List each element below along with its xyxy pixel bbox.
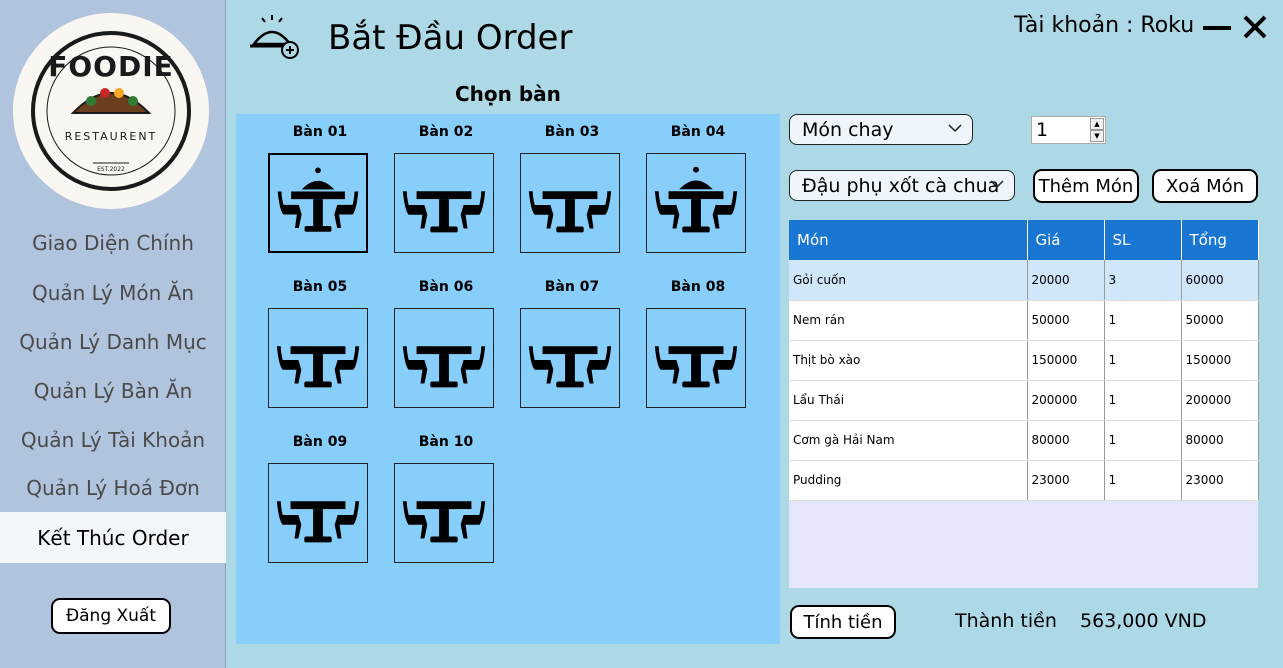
logout-button[interactable]: Đăng Xuất — [51, 598, 171, 634]
remove-dish-button[interactable]: Xoá Món — [1152, 169, 1258, 203]
table-cell: 60000 — [1181, 260, 1259, 301]
minimize-icon[interactable] — [1203, 26, 1231, 30]
total-label: Thành tiền — [955, 610, 1057, 632]
dish-select[interactable]: Đậu phụ xốt cà chua — [789, 170, 1015, 201]
quantity-value: 1 — [1036, 119, 1049, 141]
column-header[interactable]: SL — [1104, 220, 1182, 260]
table-cell: 1 — [1104, 380, 1182, 421]
dining-table-occupied-icon — [277, 167, 359, 232]
table-cell: 1 — [1104, 460, 1182, 501]
foodie-logo — [13, 13, 209, 209]
table-cell: 80000 — [1181, 420, 1259, 461]
total-value: 563,000 VND — [1080, 610, 1207, 632]
column-header[interactable]: Món — [789, 220, 1028, 260]
table-cell: 50000 — [1181, 300, 1259, 341]
nav-quan-ly-tai-khoan[interactable]: Quản Lý Tài Khoản — [0, 415, 226, 465]
dining-table-icon — [276, 346, 360, 388]
dining-table-occupied-icon — [654, 166, 738, 233]
table-cell: Pudding — [789, 460, 1028, 501]
table-button[interactable] — [520, 153, 620, 253]
table-row[interactable]: Nem rán 50000 1 50000 — [789, 300, 1259, 341]
table-cell: 80000 — [1027, 420, 1105, 461]
table-cell: Nem rán — [789, 300, 1028, 341]
quantity-stepper[interactable]: 1 ▲ ▼ — [1031, 116, 1106, 144]
table-cell: 23000 — [1027, 460, 1105, 501]
choose-table-title: Chọn bàn — [455, 82, 561, 106]
table-label: Bàn 07 — [544, 279, 600, 295]
column-header[interactable]: Tổng — [1181, 220, 1259, 260]
table-button[interactable] — [646, 308, 746, 408]
table-button[interactable] — [394, 463, 494, 563]
table-label: Bàn 03 — [544, 124, 600, 140]
table-row[interactable]: Pudding 23000 1 23000 — [789, 460, 1259, 501]
column-header[interactable]: Giá — [1027, 220, 1105, 260]
table-button[interactable] — [394, 153, 494, 253]
logo-subtitle: RESTAURENT — [64, 130, 158, 143]
table-row[interactable]: Lẩu Thái 200000 1 200000 — [789, 380, 1259, 421]
table-row[interactable]: Gỏi cuốn 20000 3 60000 — [789, 260, 1259, 301]
table-label: Bàn 08 — [670, 279, 726, 295]
nav-quan-ly-ban-an[interactable]: Quản Lý Bàn Ăn — [0, 366, 226, 416]
table-cell: 1 — [1104, 300, 1182, 341]
table-cell: 150000 — [1181, 340, 1259, 381]
table-button[interactable] — [268, 153, 368, 253]
order-grid[interactable]: Món Giá SL Tổng Gỏi cuốn 20000 3 60000 Nem rán 5… — [789, 220, 1259, 588]
dining-table-icon — [528, 191, 612, 233]
table-label: Bàn 10 — [418, 434, 474, 450]
table-cell: 1 — [1104, 340, 1182, 381]
table-cell: Lẩu Thái — [789, 380, 1028, 421]
table-cell: 3 — [1104, 260, 1182, 301]
table-cell: Gỏi cuốn — [789, 260, 1028, 301]
checkout-button[interactable]: Tính tiền — [790, 605, 896, 639]
table-cell: 200000 — [1181, 380, 1259, 421]
dining-table-icon — [402, 501, 486, 543]
table-button[interactable] — [268, 308, 368, 408]
table-label: Bàn 06 — [418, 279, 474, 295]
table-label: Bàn 05 — [292, 279, 348, 295]
dining-table-icon — [402, 191, 486, 233]
nav-quan-ly-danh-muc[interactable]: Quản Lý Danh Mục — [0, 317, 226, 367]
table-cell: Thịt bò xào — [789, 340, 1028, 381]
dish-value: Đậu phụ xốt cà chua — [802, 174, 1000, 197]
serving-tray-add-icon — [248, 12, 300, 60]
chevron-down-icon — [948, 124, 962, 133]
add-dish-button[interactable]: Thêm Món — [1033, 169, 1139, 203]
spin-up-icon[interactable]: ▲ — [1090, 118, 1104, 130]
sidebar: FOODIE RESTAURENT EST.2022 Giao Diện Chí… — [0, 0, 226, 668]
dining-table-icon — [654, 346, 738, 388]
category-select[interactable]: Món chay — [789, 114, 973, 145]
table-row[interactable]: Thịt bò xào 150000 1 150000 — [789, 340, 1259, 381]
table-button[interactable] — [394, 308, 494, 408]
category-value: Món chay — [802, 118, 894, 141]
table-label: Bàn 04 — [670, 124, 726, 140]
table-cell: 150000 — [1027, 340, 1105, 381]
table-button[interactable] — [646, 153, 746, 253]
nav-quan-ly-mon-an[interactable]: Quản Lý Món Ăn — [0, 268, 226, 318]
table-button[interactable] — [520, 308, 620, 408]
table-label: Bàn 01 — [292, 124, 348, 140]
table-label: Bàn 09 — [292, 434, 348, 450]
dining-table-icon — [528, 346, 612, 388]
table-cell: 1 — [1104, 420, 1182, 461]
logo-title: FOODIE — [48, 50, 174, 83]
dining-table-icon — [402, 346, 486, 388]
close-icon[interactable] — [1242, 14, 1268, 40]
table-cell: Cơm gà Hải Nam — [789, 420, 1028, 461]
table-cell: 50000 — [1027, 300, 1105, 341]
spin-down-icon[interactable]: ▼ — [1090, 130, 1104, 142]
table-cell: 200000 — [1027, 380, 1105, 421]
chevron-down-icon — [990, 180, 1004, 189]
nav-ket-thuc-order[interactable]: Kết Thúc Order — [0, 512, 226, 563]
dining-table-icon — [276, 501, 360, 543]
nav-giao-dien-chinh[interactable]: Giao Diện Chính — [0, 218, 226, 268]
logo-est: EST.2022 — [97, 166, 125, 173]
account-label: Tài khoản : Roku — [1014, 13, 1195, 38]
page-title: Bắt Đầu Order — [328, 18, 573, 58]
table-label: Bàn 02 — [418, 124, 474, 140]
nav-quan-ly-hoa-don[interactable]: Quản Lý Hoá Đơn — [0, 463, 226, 513]
table-row[interactable]: Cơm gà Hải Nam 80000 1 80000 — [789, 420, 1259, 461]
table-cell: 23000 — [1181, 460, 1259, 501]
table-cell: 20000 — [1027, 260, 1105, 301]
table-button[interactable] — [268, 463, 368, 563]
